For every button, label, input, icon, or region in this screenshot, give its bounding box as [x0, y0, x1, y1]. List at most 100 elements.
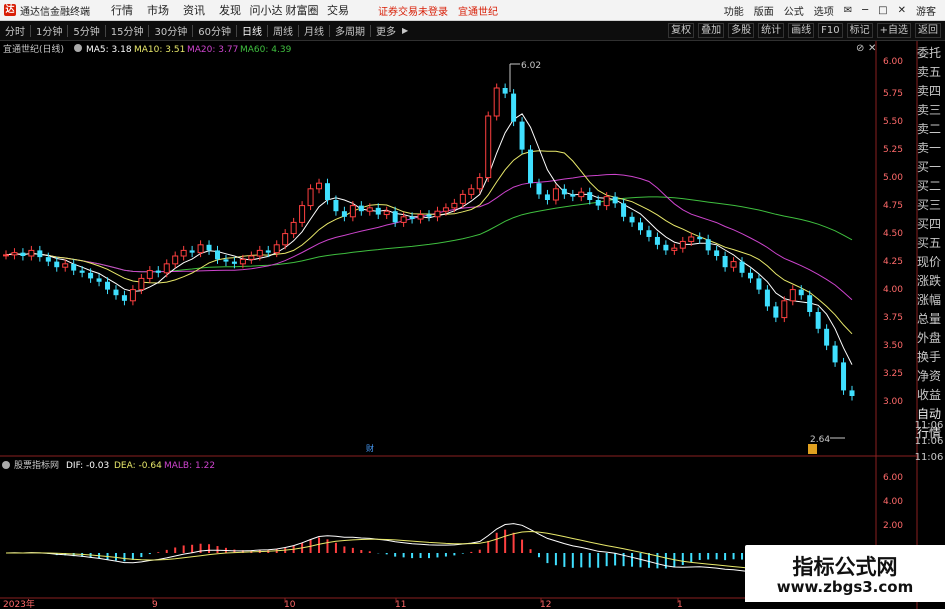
- candle-body: [299, 205, 306, 223]
- watermark-title: 指标公式网: [792, 555, 898, 579]
- candle-body: [638, 222, 643, 231]
- candle-body: [485, 115, 492, 179]
- candle-body: [552, 188, 559, 201]
- candle-body: [841, 362, 847, 391]
- candle-body: [528, 149, 534, 184]
- quote-label: 卖三: [917, 103, 942, 117]
- price-tick: 3.25: [883, 369, 903, 379]
- financial-report-marker[interactable]: 财: [366, 443, 374, 453]
- price-tick: 5.50: [883, 117, 903, 127]
- settings-dot-icon[interactable]: [74, 44, 82, 52]
- candle-body: [282, 233, 289, 246]
- quote-label: 外盘: [917, 331, 942, 345]
- candle-body: [612, 196, 618, 204]
- chart-close-icon[interactable]: ✕: [868, 43, 876, 54]
- candle-body: [37, 250, 43, 258]
- date-axis: 2023年 9 10 11 12 1: [3, 598, 683, 609]
- candle-body: [789, 289, 796, 302]
- candle-body: [71, 263, 77, 271]
- quote-label[interactable]: 委托: [917, 44, 945, 63]
- candle-body: [54, 261, 60, 268]
- candle-body: [561, 188, 567, 195]
- candle-body: [265, 250, 271, 253]
- event-marker-icon[interactable]: [808, 444, 817, 454]
- candle-body: [798, 289, 804, 296]
- candle-body: [663, 244, 669, 251]
- candle-body: [206, 244, 212, 251]
- candle-body: [273, 244, 280, 254]
- candle-body: [756, 278, 762, 290]
- price-tick: 5.25: [883, 145, 903, 155]
- candle-body: [688, 236, 695, 242]
- candle-body: [197, 244, 204, 254]
- candle-body: [146, 270, 153, 279]
- candle-body: [671, 247, 678, 251]
- macd-histogram: [13, 529, 853, 571]
- zoom-icon[interactable]: ⊘: [856, 43, 864, 54]
- candle-body: [11, 252, 18, 256]
- candle-body: [722, 256, 728, 268]
- price-tick: 3.50: [883, 341, 903, 351]
- price-tick: 4.75: [883, 201, 903, 211]
- quote-label[interactable]: 自动: [917, 405, 945, 424]
- indicator-settings-icon[interactable]: [2, 461, 10, 469]
- quote-label: 买五: [917, 236, 942, 250]
- candle-body: [773, 306, 779, 318]
- watermark: 指标公式网 www.zbgs3.com: [745, 545, 945, 602]
- quote-label: 买四: [917, 217, 942, 231]
- candle-body: [544, 194, 550, 200]
- candle-body: [129, 289, 136, 302]
- candle-body: [307, 188, 314, 207]
- candle-body: [223, 259, 229, 262]
- candle-body: [290, 221, 297, 235]
- candle-body: [180, 249, 187, 257]
- candle-body: [511, 93, 517, 122]
- candle-body: [621, 203, 627, 217]
- date-tick: 9: [152, 600, 158, 609]
- candle-body: [434, 210, 441, 218]
- candle-body: [426, 214, 432, 217]
- candle-body: [215, 250, 220, 260]
- candle-body: [459, 193, 466, 204]
- time-readout: 11:06: [915, 452, 944, 463]
- ma10-path: [5, 150, 853, 335]
- date-tick: 12: [540, 600, 551, 609]
- candle-body: [155, 270, 161, 273]
- low-price-label: 2.64: [810, 435, 830, 445]
- candle-body: [587, 192, 593, 200]
- candle-body: [163, 263, 170, 274]
- candle-body: [88, 272, 94, 279]
- candle-body: [256, 249, 263, 257]
- date-tick: 10: [284, 600, 296, 609]
- candle-body: [105, 281, 111, 290]
- ma5-line: [5, 113, 853, 365]
- malb-label: MALB: 1.22: [164, 461, 215, 471]
- candle-body: [697, 236, 703, 240]
- quote-label: 总量: [917, 312, 942, 326]
- price-tick: 3.75: [883, 313, 903, 323]
- quote-label: 买二: [917, 179, 942, 193]
- quote-label: 卖四: [917, 84, 942, 98]
- quote-label: 换手: [917, 350, 942, 364]
- quote-label: 卖二: [917, 122, 942, 136]
- candle-body: [781, 300, 788, 319]
- quote-label[interactable]: 行情: [917, 424, 945, 443]
- stock-label: 宜通世纪(日线): [3, 43, 64, 55]
- ma10-line: [5, 150, 853, 335]
- candle-body: [646, 230, 652, 237]
- candle-body: [96, 278, 102, 282]
- quote-label: 涨幅: [917, 293, 942, 307]
- quote-label: 收益: [917, 388, 942, 402]
- quote-label: 买三: [917, 198, 942, 212]
- quote-label: 卖五: [917, 65, 942, 79]
- candle-body: [375, 207, 381, 215]
- ma20-label: MA20: 3.77: [187, 45, 238, 55]
- candle-body: [417, 214, 424, 220]
- chart-canvas[interactable]: 宜通世纪(日线) MA5: 3.18 MA10: 3.51 MA20: 3.77…: [0, 0, 945, 609]
- candle-body: [603, 196, 610, 207]
- candle-body: [815, 312, 821, 329]
- date-tick: 1: [677, 600, 683, 609]
- candlesticks: [3, 83, 855, 401]
- candle-body: [476, 177, 483, 190]
- ma5-label: MA5: 3.18: [86, 45, 132, 55]
